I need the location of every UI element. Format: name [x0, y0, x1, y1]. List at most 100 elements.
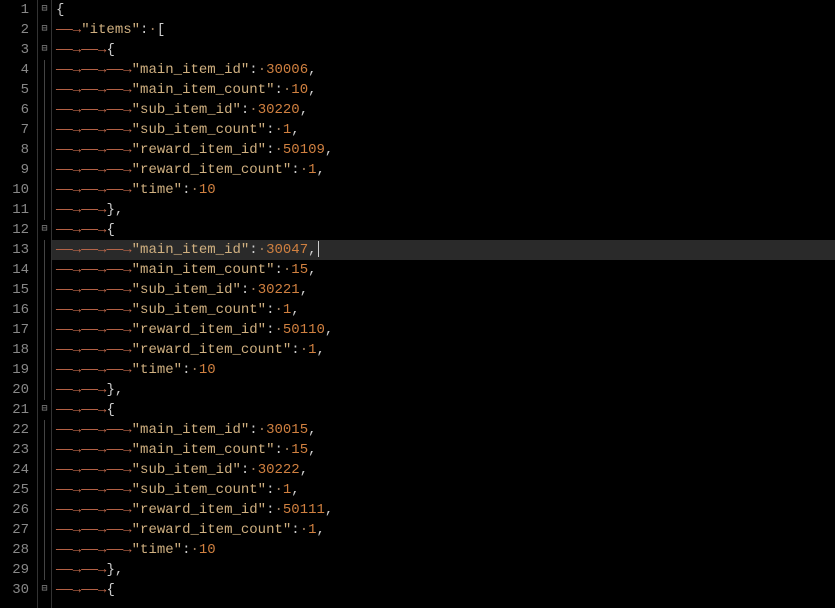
tab-arrow-icon: ——→ — [106, 262, 131, 278]
json-key: "sub_item_id" — [132, 102, 241, 118]
tab-arrow-icon: ——→ — [56, 142, 81, 158]
json-key: "reward_item_id" — [132, 142, 266, 158]
tab-arrow-icon: ——→ — [81, 462, 106, 478]
fold-guide — [38, 520, 51, 540]
tab-arrow-icon: ——→ — [56, 582, 81, 598]
punctuation: , — [317, 342, 325, 358]
code-line[interactable]: ——→——→{ — [52, 400, 835, 420]
tab-arrow-icon: ——→ — [106, 522, 131, 538]
fold-toggle-icon[interactable]: ⊟ — [38, 0, 51, 20]
json-number: 1 — [308, 522, 316, 538]
json-key: "reward_item_count" — [132, 522, 292, 538]
code-line[interactable]: ——→——→{ — [52, 580, 835, 600]
text-cursor — [318, 241, 319, 257]
line-number: 6 — [4, 100, 29, 120]
colon: : — [291, 522, 299, 538]
tab-arrow-icon: ——→ — [106, 102, 131, 118]
code-line[interactable]: ——→——→——→"reward_item_id":·50109, — [52, 140, 835, 160]
code-line[interactable]: ——→——→——→"time":·10 — [52, 540, 835, 560]
tab-arrow-icon: ——→ — [106, 162, 131, 178]
json-key: "reward_item_count" — [132, 162, 292, 178]
tab-arrow-icon: ——→ — [56, 442, 81, 458]
fold-toggle-icon[interactable]: ⊟ — [38, 400, 51, 420]
code-line[interactable]: ——→——→——→"sub_item_id":·30221, — [52, 280, 835, 300]
fold-guide — [38, 280, 51, 300]
code-line[interactable]: ——→"items":·[ — [52, 20, 835, 40]
whitespace-dot-icon: · — [249, 102, 257, 118]
code-line[interactable]: ——→——→——→"sub_item_count":·1, — [52, 120, 835, 140]
code-line[interactable]: ——→——→——→"sub_item_count":·1, — [52, 480, 835, 500]
fold-toggle-icon[interactable]: ⊟ — [38, 40, 51, 60]
line-number: 9 — [4, 160, 29, 180]
whitespace-dot-icon: · — [274, 142, 282, 158]
code-line[interactable]: ——→——→——→"sub_item_id":·30222, — [52, 460, 835, 480]
punctuation: { — [106, 402, 114, 418]
json-key: "main_item_id" — [132, 422, 250, 438]
fold-column[interactable]: ⊟⊟⊟⊟⊟⊟ — [38, 0, 52, 608]
code-line[interactable]: ——→——→}, — [52, 560, 835, 580]
tab-arrow-icon: ——→ — [56, 562, 81, 578]
fold-toggle-icon[interactable]: ⊟ — [38, 220, 51, 240]
colon: : — [291, 342, 299, 358]
tab-arrow-icon: ——→ — [81, 522, 106, 538]
code-line[interactable]: ——→——→——→"time":·10 — [52, 180, 835, 200]
code-line[interactable]: ——→——→——→"reward_item_id":·50111, — [52, 500, 835, 520]
colon: : — [291, 162, 299, 178]
code-line[interactable]: ——→——→}, — [52, 200, 835, 220]
line-number: 18 — [4, 340, 29, 360]
punctuation: , — [325, 502, 333, 518]
tab-arrow-icon: ——→ — [81, 222, 106, 238]
json-number: 1 — [308, 162, 316, 178]
line-number: 3 — [4, 40, 29, 60]
code-line[interactable]: ——→——→——→"reward_item_id":·50110, — [52, 320, 835, 340]
tab-arrow-icon: ——→ — [106, 282, 131, 298]
tab-arrow-icon: ——→ — [56, 302, 81, 318]
code-line[interactable]: ——→——→——→"main_item_count":·15, — [52, 260, 835, 280]
code-line[interactable]: ——→——→——→"sub_item_id":·30220, — [52, 100, 835, 120]
code-line[interactable]: ——→——→——→"main_item_count":·10, — [52, 80, 835, 100]
fold-guide — [38, 420, 51, 440]
code-line[interactable]: ——→——→——→"sub_item_count":·1, — [52, 300, 835, 320]
code-line[interactable]: ——→——→——→"reward_item_count":·1, — [52, 340, 835, 360]
tab-arrow-icon: ——→ — [56, 422, 81, 438]
fold-guide — [38, 540, 51, 560]
code-line[interactable]: ——→——→——→"time":·10 — [52, 360, 835, 380]
json-number: 50110 — [283, 322, 325, 338]
code-line[interactable]: ——→——→——→"main_item_id":·30006, — [52, 60, 835, 80]
code-editor[interactable]: 1234567891011121314151617181920212223242… — [0, 0, 835, 608]
code-line[interactable]: ——→——→——→"main_item_count":·15, — [52, 440, 835, 460]
punctuation: [ — [157, 22, 165, 38]
code-line[interactable]: ——→——→{ — [52, 40, 835, 60]
punctuation: , — [325, 142, 333, 158]
code-line[interactable]: ——→——→——→"main_item_id":·30015, — [52, 420, 835, 440]
fold-toggle-icon[interactable]: ⊟ — [38, 580, 51, 600]
fold-toggle-icon[interactable]: ⊟ — [38, 20, 51, 40]
code-line[interactable]: { — [52, 0, 835, 20]
code-line[interactable]: ——→——→——→"reward_item_count":·1, — [52, 520, 835, 540]
json-number: 15 — [291, 442, 308, 458]
json-key: "time" — [132, 362, 182, 378]
tab-arrow-icon: ——→ — [56, 542, 81, 558]
whitespace-dot-icon: · — [300, 162, 308, 178]
json-key: "reward_item_id" — [132, 322, 266, 338]
colon: : — [249, 242, 257, 258]
code-area[interactable]: {——→"items":·[——→——→{——→——→——→"main_item… — [52, 0, 835, 608]
tab-arrow-icon: ——→ — [56, 222, 81, 238]
line-number: 10 — [4, 180, 29, 200]
code-line[interactable]: ——→——→——→"reward_item_count":·1, — [52, 160, 835, 180]
line-number: 25 — [4, 480, 29, 500]
json-number: 50111 — [283, 502, 325, 518]
punctuation: }, — [106, 562, 123, 578]
fold-guide — [38, 340, 51, 360]
tab-arrow-icon: ——→ — [81, 282, 106, 298]
code-line[interactable]: ——→——→{ — [52, 220, 835, 240]
punctuation: , — [308, 82, 316, 98]
tab-arrow-icon: ——→ — [106, 462, 131, 478]
code-line[interactable]: ——→——→}, — [52, 380, 835, 400]
tab-arrow-icon: ——→ — [81, 82, 106, 98]
code-line[interactable]: ——→——→——→"main_item_id":·30047, — [52, 240, 835, 260]
fold-guide — [38, 380, 51, 400]
tab-arrow-icon: ——→ — [56, 22, 81, 38]
json-key: "main_item_id" — [132, 62, 250, 78]
tab-arrow-icon: ——→ — [106, 542, 131, 558]
